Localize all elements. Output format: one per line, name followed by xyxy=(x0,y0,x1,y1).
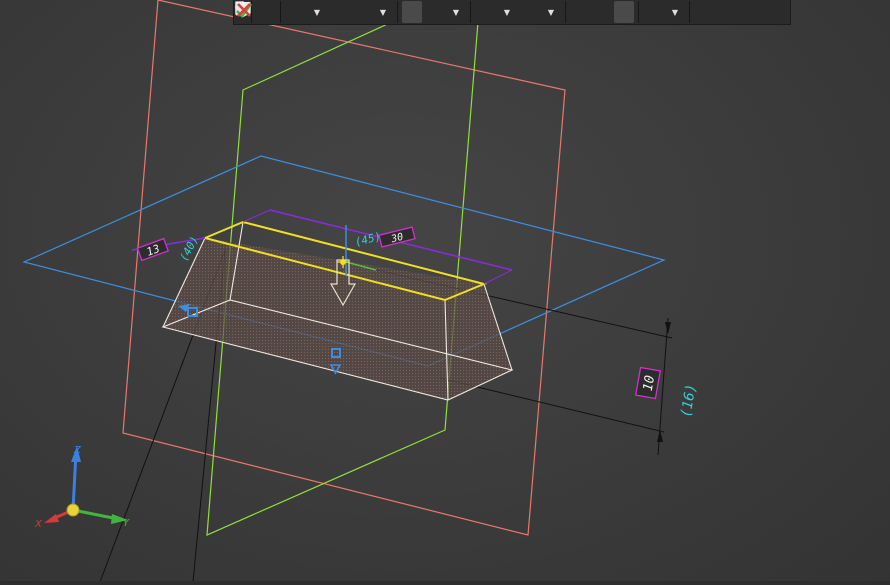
shaded-display-button[interactable] xyxy=(235,1,422,23)
view-triad[interactable]: Z Y X xyxy=(34,445,130,530)
status-strip xyxy=(0,581,890,585)
hide-show-button[interactable] xyxy=(235,1,495,23)
filter-button[interactable] xyxy=(236,1,663,23)
toolbar-separator xyxy=(565,1,566,23)
filter-dropdown[interactable]: ▼ xyxy=(665,1,685,23)
triad-x-label: X xyxy=(34,519,43,530)
render-button[interactable] xyxy=(235,1,539,23)
dimension-ext-30-a xyxy=(242,209,271,223)
chevron-down-icon: ▼ xyxy=(503,7,511,17)
hide-show-dropdown[interactable]: ▼ xyxy=(497,1,517,23)
chevron-down-icon: ▼ xyxy=(313,7,321,17)
zoom-button[interactable] xyxy=(235,1,305,23)
toolbar-separator xyxy=(470,1,471,23)
dimension-13[interactable]: 13 xyxy=(136,237,170,262)
triad-button[interactable] xyxy=(235,1,371,23)
chevron-down-icon: ▼ xyxy=(379,7,387,17)
driven-dimension-top: (45) xyxy=(354,230,383,249)
triad-z-label: Z xyxy=(73,445,82,456)
relations-button[interactable] xyxy=(236,1,590,23)
chevron-down-icon: ▼ xyxy=(547,7,555,17)
wireframe-dropdown[interactable]: ▼ xyxy=(446,1,466,23)
triad-dropdown[interactable]: ▼ xyxy=(373,1,393,23)
dimension-ext-30-b xyxy=(483,269,513,285)
x-icon xyxy=(237,3,251,17)
eyedropper-button[interactable] xyxy=(236,1,714,23)
dim-arrow-top xyxy=(665,322,671,334)
zoom-dropdown[interactable]: ▼ xyxy=(307,1,327,23)
toolbar-separator xyxy=(280,1,281,23)
triad-y-label: Y xyxy=(123,518,130,529)
dimension-10-value: 10 xyxy=(641,374,659,392)
toolbar-separator xyxy=(638,1,639,23)
dimension-10[interactable]: 10 xyxy=(634,366,662,400)
sketch-button[interactable] xyxy=(235,1,276,23)
render-dropdown[interactable]: ▼ xyxy=(541,1,561,23)
layers-button[interactable] xyxy=(234,1,634,23)
wireframe-display-button[interactable] xyxy=(235,1,444,23)
section-view-button[interactable] xyxy=(236,1,612,23)
chevron-down-icon: ▼ xyxy=(452,7,460,17)
driven-dimension-right: (16) xyxy=(678,383,700,419)
toolbar-separator xyxy=(397,1,398,23)
toolbar-separator xyxy=(689,1,690,23)
graphics-viewport[interactable]: 13 30 10 (40) (45) (16) Z Y X ▼ ▼ ▼ ▼ ▼ … xyxy=(0,0,890,585)
model-canvas[interactable]: 13 30 10 (40) (45) (16) Z Y X xyxy=(0,0,890,585)
chevron-down-icon: ▼ xyxy=(671,7,679,17)
heads-up-view-toolbar: ⠿ ▼ ▼ ▼ ▼ ▼ xyxy=(233,0,791,25)
accept-button[interactable] xyxy=(236,1,736,23)
view-orientation-button[interactable] xyxy=(235,0,349,23)
cancel-button[interactable] xyxy=(237,1,758,23)
